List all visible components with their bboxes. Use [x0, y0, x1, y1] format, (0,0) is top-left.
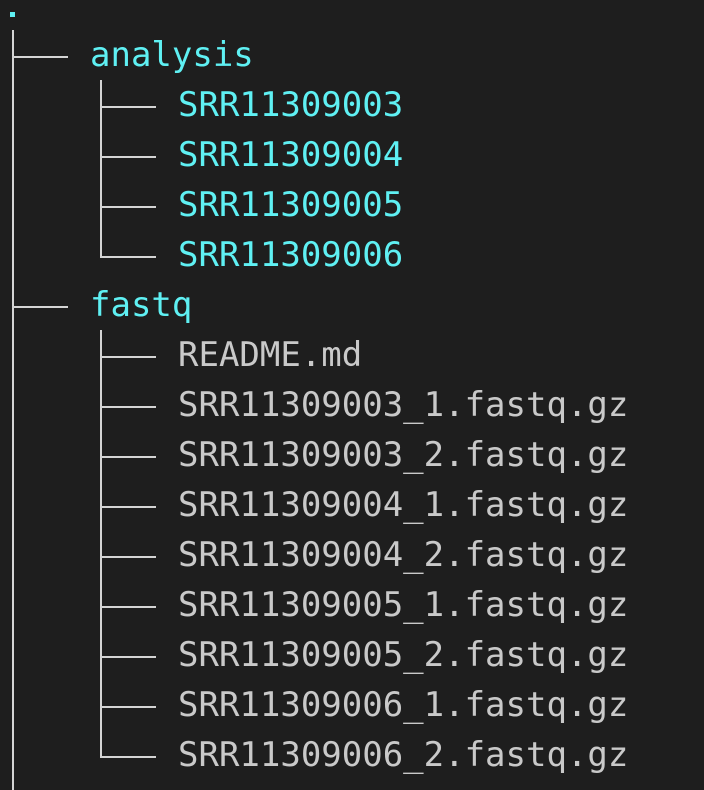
directory-name: SRR11309004 [178, 135, 404, 175]
tree-branch-line [100, 356, 156, 358]
tree-branch-line [100, 706, 156, 708]
tree-row-file[interactable]: SRR11309005_1.fastq.gz [0, 580, 704, 630]
file-name: SRR11309006_2.fastq.gz [178, 735, 629, 775]
tree-row-file[interactable]: SRR11309003_1.fastq.gz [0, 380, 704, 430]
directory-name: SRR11309005 [178, 185, 404, 225]
tree-branch-line [100, 606, 156, 608]
file-name: README.md [178, 335, 363, 375]
directory-name: SRR11309006 [178, 235, 404, 275]
file-name: SRR11309004_2.fastq.gz [178, 535, 629, 575]
tree-row-file[interactable]: SRR11309004_1.fastq.gz [0, 480, 704, 530]
file-name: SRR11309004_1.fastq.gz [178, 485, 629, 525]
file-name: SRR11309003_1.fastq.gz [178, 385, 629, 425]
tree-branch-line [100, 406, 156, 408]
tree-branch-line [100, 206, 156, 208]
tree-row-fastq[interactable]: fastq [0, 280, 704, 330]
tree-branch-line [100, 456, 156, 458]
tree-row-analysis-child[interactable]: SRR11309004 [0, 130, 704, 180]
tree-row-analysis[interactable]: analysis [0, 30, 704, 80]
tree-branch-line [12, 56, 68, 58]
tree-row-file[interactable]: SRR11309003_2.fastq.gz [0, 430, 704, 480]
file-name: SRR11309006_1.fastq.gz [178, 685, 629, 725]
tree-row-file[interactable]: SRR11309006_1.fastq.gz [0, 680, 704, 730]
tree-branch-line [100, 256, 156, 258]
tree-row-file[interactable]: SRR11309004_2.fastq.gz [0, 530, 704, 580]
terminal-output: analysis SRR11309003 SRR11309004 SRR1130… [0, 0, 704, 790]
tree-branch-line [100, 506, 156, 508]
directory-name: SRR11309003 [178, 85, 404, 125]
tree-branch-line [100, 756, 156, 758]
tree-row-file[interactable]: SRR11309005_2.fastq.gz [0, 630, 704, 680]
tree-branch-line [100, 656, 156, 658]
directory-name: analysis [90, 35, 254, 75]
tree-branch-line [100, 106, 156, 108]
tree-row-analysis-child[interactable]: SRR11309003 [0, 80, 704, 130]
tree-branch-line [12, 306, 68, 308]
tree-branch-line [100, 156, 156, 158]
tree-row-file[interactable]: README.md [0, 330, 704, 380]
file-name: SRR11309005_2.fastq.gz [178, 635, 629, 675]
tree-row-file[interactable]: SRR11309006_2.fastq.gz [0, 730, 704, 780]
tree-row-analysis-child[interactable]: SRR11309006 [0, 230, 704, 280]
root-directory-dot [10, 12, 15, 17]
file-name: SRR11309005_1.fastq.gz [178, 585, 629, 625]
tree-row-analysis-child[interactable]: SRR11309005 [0, 180, 704, 230]
tree-branch-line [100, 556, 156, 558]
directory-name: fastq [90, 285, 193, 325]
file-name: SRR11309003_2.fastq.gz [178, 435, 629, 475]
